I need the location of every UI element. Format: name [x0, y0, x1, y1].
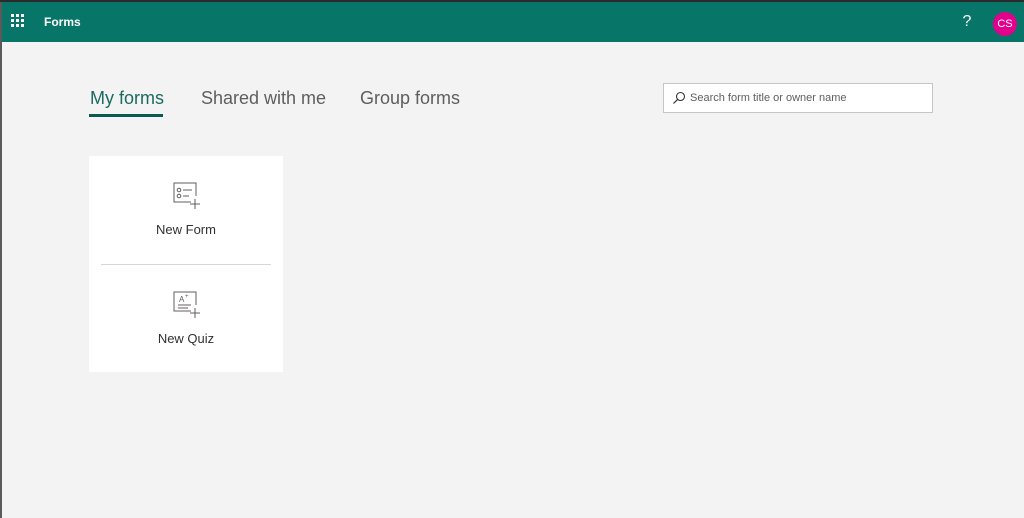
- app-launcher-icon[interactable]: [11, 14, 27, 30]
- new-form-icon: [173, 182, 200, 209]
- tab-group-forms[interactable]: Group forms: [360, 86, 460, 110]
- new-form-button[interactable]: New Form: [89, 156, 283, 263]
- new-quiz-button[interactable]: A + New Quiz: [89, 265, 283, 372]
- new-quiz-icon: A +: [173, 291, 200, 318]
- avatar[interactable]: CS: [993, 12, 1017, 36]
- top-app-bar: Forms ? CS: [2, 2, 1024, 42]
- tab-shared-with-me[interactable]: Shared with me: [201, 86, 326, 110]
- search-input[interactable]: [690, 84, 926, 112]
- search-box[interactable]: [663, 83, 933, 113]
- new-quiz-label: New Quiz: [157, 331, 215, 346]
- svg-text:+: +: [185, 294, 189, 300]
- active-tab-indicator: [89, 114, 163, 117]
- search-icon: [673, 91, 686, 104]
- window-left-border: [0, 2, 2, 518]
- help-button[interactable]: ?: [959, 12, 975, 32]
- app-name[interactable]: Forms: [44, 14, 81, 30]
- tab-my-forms[interactable]: My forms: [90, 86, 164, 110]
- new-form-label: New Form: [156, 222, 216, 237]
- new-items-card: New Form A + New Quiz: [89, 156, 283, 372]
